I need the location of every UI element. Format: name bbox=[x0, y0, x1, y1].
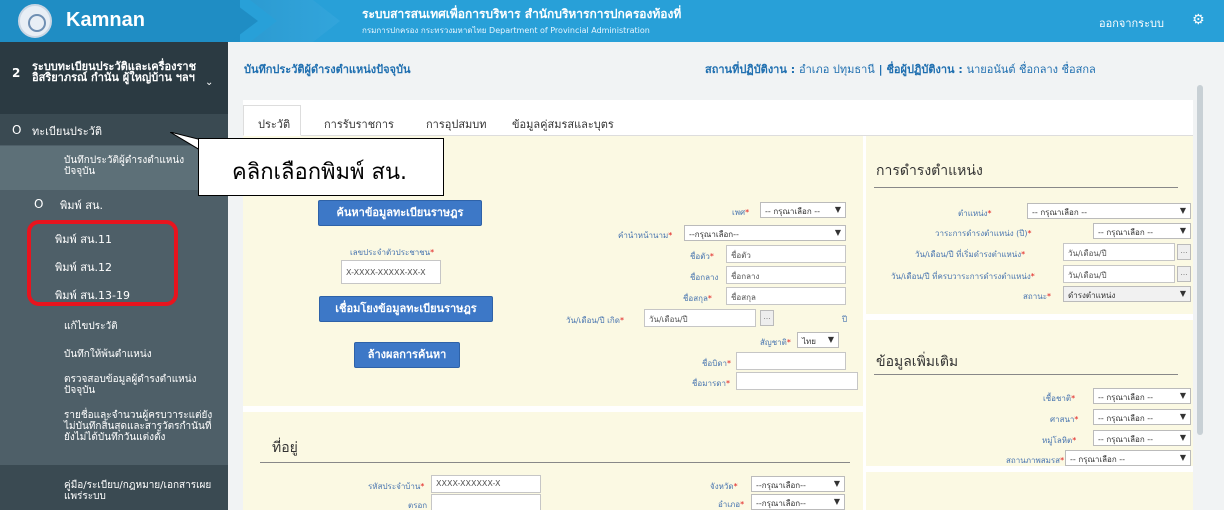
scrollbar[interactable] bbox=[1197, 85, 1203, 435]
father-name-label: ชื่อบิดา* bbox=[702, 359, 731, 368]
gender-select[interactable]: -- กรุณาเลือก -- bbox=[760, 202, 846, 218]
status-label: สถานะ* bbox=[1023, 292, 1051, 301]
search-registry-button[interactable]: ค้นหาข้อมูลทะเบียนราษฎร bbox=[318, 200, 482, 226]
extra-info-title: ข้อมูลเพิ่มเติม bbox=[876, 354, 959, 370]
page-title: บันทึกประวัติผู้ดำรงตำแหน่งปัจจุบัน bbox=[244, 63, 411, 76]
tab-service[interactable]: การรับราชการ bbox=[324, 115, 394, 133]
blood-type-label: หมู่โลหิต* bbox=[1042, 436, 1077, 445]
term-label: วาระการดำรงตำแหน่ง (ปี)* bbox=[935, 229, 1032, 238]
race-select[interactable]: -- กรุณาเลือก -- bbox=[1093, 388, 1191, 404]
religion-label: ศาสนา* bbox=[1050, 415, 1079, 424]
gender-label: เพศ* bbox=[732, 208, 750, 217]
position-title: การดำรงตำแหน่ง bbox=[876, 163, 983, 179]
location-value: อำเภอ ปทุมธานี bbox=[798, 63, 875, 76]
sidebar-item-print-sn[interactable]: พิมพ์ สน. bbox=[60, 199, 103, 212]
header-chevron bbox=[230, 0, 258, 42]
year-suffix: ปี bbox=[842, 315, 848, 324]
last-name-input[interactable]: ชื่อสกุล bbox=[726, 287, 846, 305]
position-divider bbox=[874, 187, 1178, 188]
mother-name-input[interactable] bbox=[736, 372, 858, 390]
race-label: เชื้อชาติ* bbox=[1043, 394, 1076, 403]
sidebar-group-title[interactable]: ทะเบียนประวัติ bbox=[32, 125, 102, 138]
calendar-icon[interactable]: … bbox=[1177, 266, 1191, 282]
mother-name-label: ชื่อมารดา* bbox=[692, 379, 730, 388]
position-label: ตำแหน่ง* bbox=[958, 209, 992, 218]
position-select[interactable]: -- กรุณาเลือก -- bbox=[1027, 203, 1191, 219]
alley-input[interactable] bbox=[431, 494, 541, 510]
callout-text: คลิกเลือกพิมพ์ สน. bbox=[232, 160, 408, 185]
tab-profile[interactable]: ประวัติ bbox=[258, 115, 290, 133]
module-number: 2 bbox=[12, 66, 21, 80]
id-label: เลขประจำตัวประชาชน* bbox=[350, 248, 435, 257]
prefix-select[interactable]: --กรุณาเลือก-- bbox=[684, 225, 846, 241]
tab-spouse-children[interactable]: ข้อมูลคู่สมรสและบุตร bbox=[512, 115, 614, 133]
province-select[interactable]: --กรุณาเลือก-- bbox=[751, 476, 845, 492]
start-date-input[interactable]: วัน/เดือน/ปี bbox=[1063, 243, 1175, 261]
clear-search-button[interactable]: ล้างผลการค้นหา bbox=[354, 342, 460, 368]
link-registry-button[interactable]: เชื่อมโยงข้อมูลทะเบียนราษฎร bbox=[319, 296, 493, 322]
id-input[interactable]: X-XXXX-XXXXX-XX-X bbox=[341, 260, 441, 284]
calendar-icon[interactable]: … bbox=[1177, 244, 1191, 260]
status-select[interactable]: ดำรงตำแหน่ง bbox=[1063, 286, 1191, 302]
lower-card bbox=[866, 472, 1193, 510]
sidebar-item-manual[interactable]: คู่มือ/ระเบียบ/กฎหมาย/เอกสารเผยแพร่ระบบ bbox=[64, 480, 214, 502]
end-date-label: วัน/เดือน/ปี ที่ครบวาระการดำรงตำแหน่ง* bbox=[891, 272, 1035, 281]
start-date-label: วัน/เดือน/ปี ที่เริ่มดำรงตำแหน่ง* bbox=[915, 250, 1026, 259]
address-title: ที่อยู่ bbox=[272, 440, 298, 456]
department-seal-icon bbox=[18, 4, 52, 38]
nationality-select[interactable]: ไทย bbox=[797, 332, 839, 348]
prefix-label: คำนำหน้านาม* bbox=[618, 231, 673, 240]
marital-status-select[interactable]: -- กรุณาเลือก -- bbox=[1065, 450, 1191, 466]
religion-select[interactable]: -- กรุณาเลือก -- bbox=[1093, 409, 1191, 425]
province-label: จังหวัด* bbox=[710, 482, 738, 491]
first-name-label: ชื่อตัว* bbox=[690, 252, 714, 261]
nationality-label: สัญชาติ* bbox=[760, 338, 791, 347]
house-code-label: รหัสประจำบ้าน* bbox=[368, 482, 425, 491]
module-title[interactable]: ระบบทะเบียนประวัติและเครื่องราชอิสริยาภร… bbox=[32, 61, 197, 83]
district-select[interactable]: --กรุณาเลือก-- bbox=[751, 494, 845, 510]
end-date-input[interactable]: วัน/เดือน/ปี bbox=[1063, 265, 1175, 283]
highlight-box bbox=[27, 220, 178, 306]
location-info: สถานที่ปฏิบัติงาน : อำเภอ ปทุมธานี | ชื่… bbox=[705, 63, 1096, 76]
blood-type-select[interactable]: -- กรุณาเลือก -- bbox=[1093, 430, 1191, 446]
calendar-icon[interactable]: … bbox=[760, 310, 774, 326]
location-label: สถานที่ปฏิบัติงาน : bbox=[705, 63, 796, 76]
father-name-input[interactable] bbox=[736, 352, 846, 370]
gear-icon[interactable]: ⚙ bbox=[1192, 12, 1205, 28]
last-name-label: ชื่อสกุล* bbox=[683, 294, 712, 303]
address-divider bbox=[260, 462, 850, 463]
middle-name-label: ชื่อกลาง bbox=[690, 273, 719, 282]
term-select[interactable]: -- กรุณาเลือก -- bbox=[1093, 223, 1191, 239]
operator-label: ชื่อผู้ปฏิบัติงาน : bbox=[886, 63, 963, 76]
logout-link[interactable]: ออกจากระบบ bbox=[1099, 14, 1164, 32]
sidebar-item-term-report[interactable]: รายชื่อและจำนวนผู้ครบวาระแต่ยังไม่บันทึก… bbox=[64, 410, 214, 443]
circle-icon: O bbox=[12, 123, 22, 137]
alley-label: ตรอก bbox=[408, 501, 428, 510]
sidebar-item-terminate[interactable]: บันทึกให้พ้นตำแหน่ง bbox=[64, 348, 152, 361]
system-subtitle: กรมการปกครอง กระทรวงมหาดไทย Department o… bbox=[362, 26, 650, 35]
operator-value: นายอนันต์ ชื่อกลาง ชื่อสกล bbox=[966, 63, 1096, 76]
marital-status-label: สถานภาพสมรส* bbox=[1006, 456, 1065, 465]
dob-label: วัน/เดือน/ปี เกิด* bbox=[566, 316, 624, 325]
first-name-input[interactable]: ชื่อตัว bbox=[726, 245, 846, 263]
dob-input[interactable]: วัน/เดือน/ปี bbox=[644, 309, 756, 327]
sidebar-item-check-current[interactable]: ตรวจสอบข้อมูลผู้ดำรงตำแหน่งปัจจุบัน bbox=[64, 374, 214, 396]
chevron-down-icon[interactable]: ⌄ bbox=[205, 76, 213, 89]
extra-info-divider bbox=[874, 374, 1178, 375]
sidebar-item-edit-profile[interactable]: แก้ไขประวัติ bbox=[64, 320, 118, 333]
house-code-input[interactable]: XXXX-XXXXXX-X bbox=[431, 475, 541, 493]
circle-icon: O bbox=[34, 197, 44, 211]
tab-ordination[interactable]: การอุปสมบท bbox=[426, 115, 487, 133]
district-label: อำเภอ* bbox=[718, 500, 745, 509]
middle-name-input[interactable]: ชื่อกลาง bbox=[726, 266, 846, 284]
system-title: ระบบสารสนเทศเพื่อการบริหาร สำนักบริหารกา… bbox=[362, 7, 682, 21]
app-name[interactable]: Kamnan bbox=[66, 9, 145, 32]
